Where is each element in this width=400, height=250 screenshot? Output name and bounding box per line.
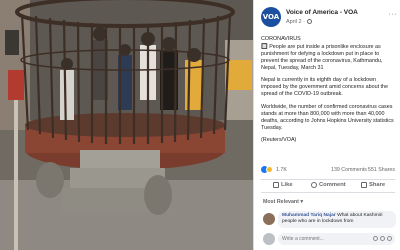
share-button[interactable]: Share: [361, 182, 385, 188]
photo-illustration: [0, 0, 253, 250]
post-paragraph: 🔲 People are put inside a prisonlike enc…: [261, 43, 383, 71]
post-text: CORONAVIRUS 🔲 People are put inside a pr…: [261, 36, 395, 150]
share-count-link[interactable]: 551 Shares: [368, 167, 395, 173]
comment-icon: [311, 182, 317, 188]
reactions-summary: 1.7K 139 Comments 551 Shares: [261, 165, 395, 175]
emoji-icon[interactable]: [373, 236, 378, 241]
page-name-link[interactable]: Voice of America - VOA: [286, 9, 358, 16]
user-avatar: [263, 233, 275, 245]
post-date-text: April 2 ·: [286, 19, 305, 25]
post-paragraph: CORONAVIRUS: [261, 36, 301, 42]
comment-input-icons: [373, 236, 392, 241]
like-button[interactable]: Like: [273, 182, 293, 188]
comment-label: Comment: [319, 182, 346, 188]
comment-sort-dropdown[interactable]: Most Relevant ▾: [263, 199, 303, 205]
like-label: Like: [281, 182, 293, 188]
write-comment-row: [263, 233, 395, 246]
post-paragraph: Worldwide, the number of confirmed coron…: [261, 103, 394, 131]
reaction-count[interactable]: 1.7K: [276, 167, 287, 173]
comment-button[interactable]: Comment: [311, 182, 346, 188]
camera-icon[interactable]: [380, 236, 385, 241]
comment-author-link[interactable]: Muhammad Tariq Najar: [282, 213, 336, 218]
thumbs-up-icon: [273, 182, 279, 188]
post-paragraph: Nepal is currently in its eighth day of …: [261, 77, 389, 97]
post-paragraph: (Reuters/VOA): [261, 137, 297, 143]
gif-icon[interactable]: [387, 236, 392, 241]
page-avatar[interactable]: VOA: [261, 7, 281, 27]
comment-item: Muhammad Tariq Najar What about Kashmiri…: [263, 211, 396, 229]
more-options-icon[interactable]: ···: [389, 11, 398, 18]
commenter-avatar[interactable]: [263, 213, 275, 225]
comment-count-link[interactable]: 139 Comments: [331, 167, 367, 173]
post-date[interactable]: April 2 ·: [286, 19, 313, 25]
post-header: VOA Voice of America - VOA April 2 · ···: [261, 7, 397, 29]
sad-reaction-icon: [266, 166, 273, 173]
comment-bubble: Muhammad Tariq Najar What about Kashmiri…: [278, 211, 396, 228]
share-icon: [361, 182, 367, 188]
post-action-bar: Like Comment Share: [261, 179, 395, 193]
post-panel: VOA Voice of America - VOA April 2 · ···…: [253, 0, 400, 250]
share-label: Share: [369, 182, 386, 188]
globe-icon: [307, 19, 313, 25]
post-photo[interactable]: [0, 0, 253, 250]
